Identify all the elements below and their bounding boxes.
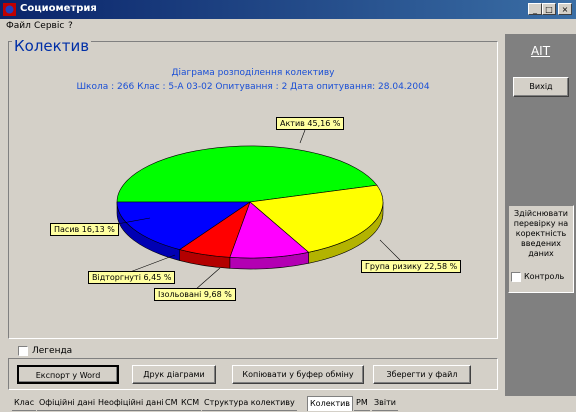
legend-label: Легенда xyxy=(32,346,73,356)
legend-checkbox[interactable] xyxy=(18,346,28,356)
control-checkbox[interactable] xyxy=(511,272,521,282)
tab-ksm[interactable]: КСМ xyxy=(179,396,202,411)
slice-label-isolated: Ізольовані 9,68 % xyxy=(154,288,236,301)
tab-sm[interactable]: СМ xyxy=(163,396,180,411)
leader-line-3 xyxy=(129,254,176,273)
leader-line-0 xyxy=(299,129,306,144)
tab-class[interactable]: Клас xyxy=(12,396,37,411)
tab-official[interactable]: Офіційні дані xyxy=(37,396,98,411)
tab-structure[interactable]: Структура колективу xyxy=(202,396,297,411)
slice-label-passive: Пасив 16,13 % xyxy=(50,223,119,236)
tab-rm[interactable]: РМ xyxy=(354,396,370,411)
ait-logo: AIT xyxy=(530,44,551,58)
leader-line-2 xyxy=(194,267,221,291)
tab-bar: Клас Офіційні дані Неофіційні дані СМ КС… xyxy=(0,396,576,412)
tab-unofficial[interactable]: Неофіційні дані xyxy=(96,396,166,411)
control-label: Контроль xyxy=(524,272,565,281)
slice-label-rejected: Відторгнуті 6,45 % xyxy=(88,271,176,284)
slice-label-risk: Група ризику 22,58 % xyxy=(361,260,462,273)
export-word-button[interactable]: Експорт у Word xyxy=(17,365,119,384)
slice-label-active: Актив 45,16 % xyxy=(276,117,345,130)
copy-clipboard-button[interactable]: Копіювати у буфер обміну xyxy=(232,365,364,384)
tab-collective[interactable]: Колектив xyxy=(307,396,354,411)
verify-text: Здійснювати перевірку на коректність вве… xyxy=(513,209,569,258)
print-chart-button[interactable]: Друк діаграми xyxy=(132,365,216,384)
exit-button[interactable]: Вихід xyxy=(513,77,569,97)
tab-reports[interactable]: Звіти xyxy=(372,396,398,411)
pie-chart xyxy=(94,129,406,291)
save-file-button[interactable]: Зберегти у файл xyxy=(373,365,471,384)
